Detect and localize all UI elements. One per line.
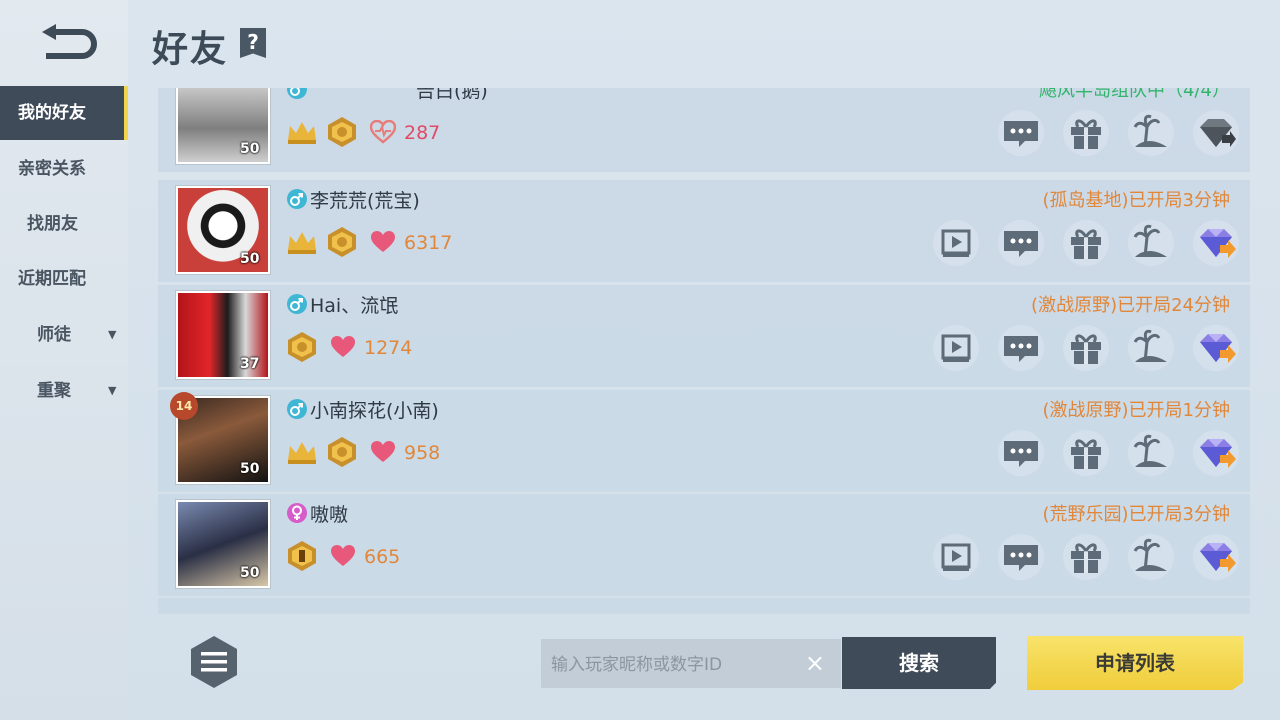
gift-button[interactable] xyxy=(1063,534,1109,580)
male-gender-icon xyxy=(286,293,308,315)
island-button[interactable] xyxy=(1128,430,1174,476)
island-button[interactable] xyxy=(1128,534,1174,580)
popularity-value: 287 xyxy=(404,122,441,144)
friend-row[interactable]: 50 14 小南探花(小南) 958 (激战原野)已开局1分钟 xyxy=(158,390,1250,492)
status-text: 飓风半岛组队中（4/4） xyxy=(1039,88,1230,101)
search-input[interactable] xyxy=(549,639,793,690)
spectate-button[interactable] xyxy=(933,534,979,580)
gold-rank-badge xyxy=(286,331,318,363)
menu-button[interactable] xyxy=(189,635,239,689)
chevron-down-icon: ▼ xyxy=(108,328,117,341)
friend-name: 李荒荒(荒宝) xyxy=(310,190,420,212)
status-text: (孤岛基地)已开局3分钟 xyxy=(1042,190,1231,211)
level-badge: 37 xyxy=(240,356,260,372)
sidebar-item-label: 我的好友 xyxy=(18,103,86,123)
sidebar: 我的好友 亲密关系 找朋友 近期匹配 师徒 ▼ 重聚 ▼ xyxy=(0,0,128,720)
sidebar-item-label: 亲密关系 xyxy=(18,159,86,179)
popularity-value: 665 xyxy=(364,546,401,568)
sidebar-item-label: 找朋友 xyxy=(27,214,78,234)
page-title: 好友 xyxy=(152,29,229,70)
rank-one-badge xyxy=(286,540,318,572)
chat-button[interactable] xyxy=(998,110,1044,156)
sidebar-item-label: 近期匹配 xyxy=(18,269,86,289)
spectate-button[interactable] xyxy=(933,220,979,266)
island-button[interactable] xyxy=(1128,220,1174,266)
sidebar-item-intimate[interactable]: 亲密关系 xyxy=(0,142,128,196)
status-text: (激战原野)已开局24分钟 xyxy=(1031,295,1230,316)
apply-list-button[interactable]: 申请列表 xyxy=(1027,636,1243,690)
male-gender-icon xyxy=(286,188,308,210)
invite-button[interactable] xyxy=(1193,110,1239,156)
female-gender-icon xyxy=(286,502,308,524)
chat-button[interactable] xyxy=(998,534,1044,580)
status-text: (荒野乐园)已开局3分钟 xyxy=(1042,504,1231,525)
gift-button[interactable] xyxy=(1063,110,1109,156)
heart-icon xyxy=(370,440,396,464)
invite-button[interactable] xyxy=(1193,430,1239,476)
heart-icon xyxy=(370,230,396,254)
sidebar-item-find-friends[interactable]: 找朋友 xyxy=(0,197,128,251)
level-badge: 50 xyxy=(240,461,260,477)
level-badge: 50 xyxy=(240,565,260,581)
level-badge: 50 xyxy=(240,251,260,267)
crown-badge xyxy=(286,436,318,468)
level-badge: 50 xyxy=(240,141,260,157)
popularity-value: 1274 xyxy=(364,337,413,359)
popularity-value: 6317 xyxy=(404,232,453,254)
gold-rank-badge xyxy=(326,226,358,258)
friend-row-partial xyxy=(158,598,1250,614)
sidebar-item-label: 重聚 xyxy=(37,381,71,401)
island-button[interactable] xyxy=(1128,325,1174,371)
friend-name: 告白(鹅) xyxy=(416,88,488,102)
sidebar-item-my-friends[interactable]: 我的好友 xyxy=(0,86,128,140)
friend-row[interactable]: 37 Hai、流氓 1274 (激战原野)已开局24分钟 xyxy=(158,285,1250,387)
question-mark-icon[interactable]: ? xyxy=(240,28,266,58)
heart-icon xyxy=(369,119,397,144)
chat-button[interactable] xyxy=(998,430,1044,476)
crown-badge xyxy=(286,116,318,148)
chat-button[interactable] xyxy=(998,220,1044,266)
spectate-button[interactable] xyxy=(933,325,979,371)
crown-badge xyxy=(286,226,318,258)
male-gender-icon xyxy=(286,88,308,100)
friend-row[interactable]: 50 李荒荒(荒宝) 6317 (孤岛基地)已开局3分钟 xyxy=(158,180,1250,282)
gift-button[interactable] xyxy=(1063,325,1109,371)
menu-icon xyxy=(191,636,237,688)
sidebar-item-recent-match[interactable]: 近期匹配 xyxy=(0,252,128,306)
male-gender-icon xyxy=(286,398,308,420)
heart-icon xyxy=(330,544,356,568)
friend-row[interactable]: 50 嗷嗷 665 (荒野乐园)已开局3分钟 xyxy=(158,494,1250,596)
friend-list[interactable]: 50 告白(鹅) 287 飓风半岛组队中（4/4） 50 李荒荒(荒宝) 6317 (孤岛基地… xyxy=(158,88,1250,614)
chat-button[interactable] xyxy=(998,325,1044,371)
gold-rank-badge xyxy=(326,436,358,468)
search-button[interactable]: 搜索 xyxy=(842,637,996,689)
gift-button[interactable] xyxy=(1063,220,1109,266)
frame-level-badge: 14 xyxy=(170,392,198,420)
sidebar-item-mentor[interactable]: 师徒 ▼ xyxy=(0,308,128,362)
invite-button[interactable] xyxy=(1193,325,1239,371)
search-box: × xyxy=(541,639,841,690)
invite-button[interactable] xyxy=(1193,534,1239,580)
friend-name: Hai、流氓 xyxy=(310,295,399,317)
friend-row[interactable]: 50 告白(鹅) 287 飓风半岛组队中（4/4） xyxy=(158,88,1250,172)
friend-name: 小南探花(小南) xyxy=(310,400,439,422)
popularity-value: 958 xyxy=(404,442,441,464)
gold-rank-badge xyxy=(326,116,358,148)
back-button[interactable] xyxy=(38,22,100,64)
back-arrow-icon xyxy=(42,24,97,59)
status-text: (激战原野)已开局1分钟 xyxy=(1042,400,1231,421)
sidebar-item-label: 师徒 xyxy=(37,325,71,345)
invite-button[interactable] xyxy=(1193,220,1239,266)
clear-icon[interactable]: × xyxy=(805,649,825,677)
gift-button[interactable] xyxy=(1063,430,1109,476)
sidebar-item-reunion[interactable]: 重聚 ▼ xyxy=(0,364,128,418)
chevron-down-icon: ▼ xyxy=(108,384,117,397)
island-button[interactable] xyxy=(1128,110,1174,156)
heart-icon xyxy=(330,335,356,359)
friend-name: 嗷嗷 xyxy=(310,504,349,526)
